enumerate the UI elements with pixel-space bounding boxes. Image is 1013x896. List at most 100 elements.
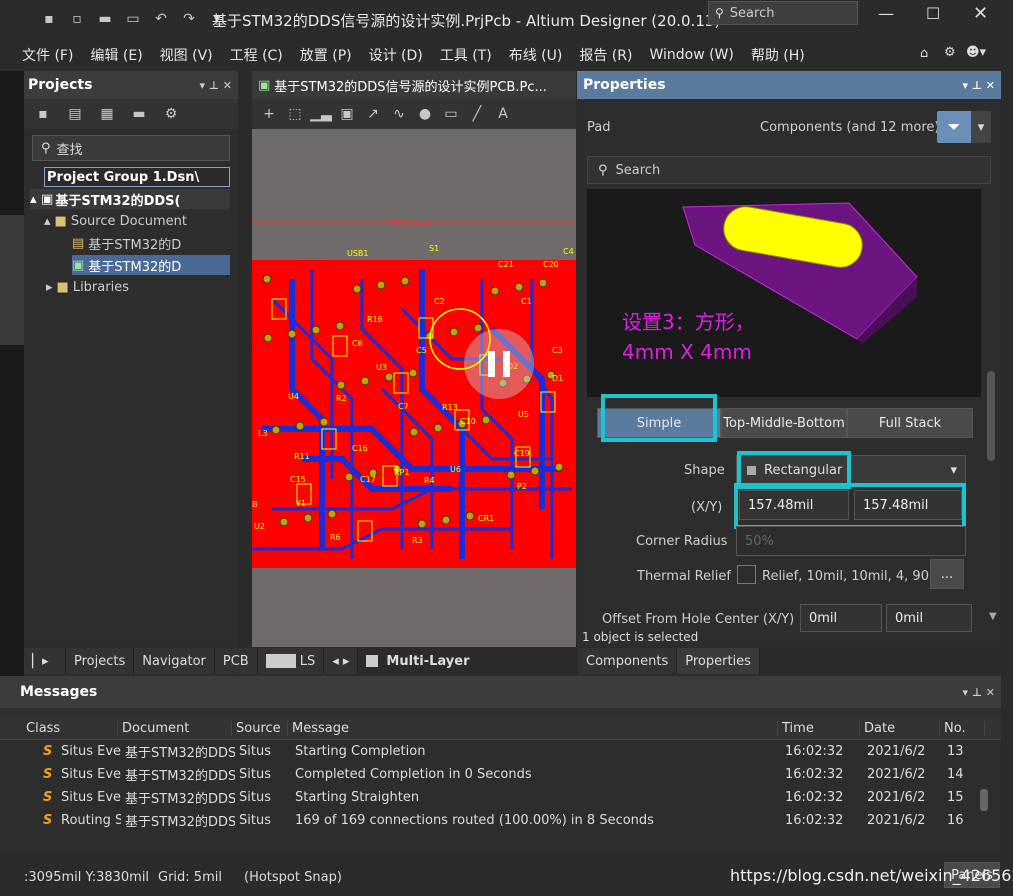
save-project-icon[interactable]: ▪ bbox=[32, 104, 54, 124]
menu-item-7[interactable]: 布线 (U) bbox=[509, 45, 563, 65]
message-row[interactable]: S Situs Even 基于STM32的DDS Situs Starting Comp… bbox=[0, 740, 1001, 763]
menu-item-8[interactable]: 报告 (R) bbox=[579, 45, 632, 65]
offset-y-input[interactable]: 0mil bbox=[886, 604, 972, 632]
message-cell-msg: Completed Completion in 0 Seconds bbox=[295, 767, 532, 782]
select-icon[interactable]: ⬚ bbox=[284, 104, 306, 124]
component-icon[interactable]: ▣ bbox=[336, 104, 358, 124]
route-icon[interactable]: ↗ bbox=[362, 104, 384, 124]
tab-properties[interactable]: Properties bbox=[677, 648, 760, 674]
menu-item-9[interactable]: Window (W) bbox=[649, 47, 733, 63]
message-row[interactable]: S Situs Even 基于STM32的DDS Situs Completed Com… bbox=[0, 763, 1001, 786]
layer-scroll[interactable]: ◂ ▸ bbox=[324, 648, 359, 674]
offset-x-input[interactable]: 0mil bbox=[800, 604, 882, 632]
source-docs-folder[interactable]: ▴ ■ Source Document bbox=[44, 211, 187, 231]
menu-item-4[interactable]: 放置 (P) bbox=[300, 45, 352, 65]
add-folder-icon[interactable]: ▬ bbox=[128, 104, 150, 124]
current-layer[interactable]: Multi-Layer bbox=[366, 654, 470, 669]
side-tabs[interactable] bbox=[0, 215, 24, 345]
menu-item-6[interactable]: 工具 (T) bbox=[440, 45, 492, 65]
column-header-5[interactable]: Date bbox=[860, 721, 940, 736]
close-icon[interactable]: ✕ bbox=[973, 3, 988, 24]
scroll-down-icon[interactable]: ▼ bbox=[989, 611, 997, 622]
menu-item-0[interactable]: 文件 (F) bbox=[22, 45, 73, 65]
pcb-doc-item[interactable]: ▣ 基于STM32的D bbox=[72, 255, 230, 275]
add-icon[interactable]: + bbox=[258, 104, 280, 124]
redo-icon[interactable]: ↷ bbox=[178, 9, 200, 29]
home-icon[interactable]: ⌂ bbox=[920, 46, 928, 61]
user-icon[interactable]: ☻▾ bbox=[966, 45, 986, 60]
menu-item-2[interactable]: 视图 (V) bbox=[160, 45, 213, 65]
column-header-6[interactable]: No. bbox=[940, 721, 985, 736]
component-label: P2 bbox=[517, 482, 527, 491]
search-box[interactable]: ⚲ Search bbox=[708, 1, 858, 25]
filter-dropdown-icon[interactable]: ▾ bbox=[971, 111, 991, 143]
messages-scrollbar[interactable] bbox=[980, 789, 988, 811]
column-header-0[interactable]: Class bbox=[22, 721, 118, 736]
via-icon[interactable]: ● bbox=[414, 104, 436, 124]
component-label: D1 bbox=[552, 374, 563, 383]
schematic-doc-item[interactable]: ▤ 基于STM32的D bbox=[72, 233, 181, 253]
open-project-icon[interactable]: ▭ bbox=[122, 9, 144, 29]
tab-navigator[interactable]: Navigator bbox=[134, 648, 215, 674]
message-row[interactable]: S Routing S 基于STM32的DDS Situs 169 of 169 con… bbox=[0, 809, 1001, 832]
properties-search-input[interactable]: ⚲ Search bbox=[587, 156, 991, 184]
panel-controls-icon[interactable]: ▾ ⊥ ✕ bbox=[963, 686, 995, 699]
minimize-icon[interactable]: — bbox=[878, 4, 894, 23]
via bbox=[490, 286, 500, 296]
pcb-editor[interactable]: ▣ 基于STM32的DDS信号源的设计实例PCB.Pc... + ⬚ ▁▃ ▣ ↗… bbox=[252, 71, 576, 647]
message-row[interactable]: S Situs Even 基于STM32的DDS Situs Starting Stra… bbox=[0, 786, 1001, 809]
message-cell-no: 13 bbox=[947, 744, 964, 759]
tab-pcb[interactable]: PCB bbox=[214, 648, 258, 674]
chart-icon[interactable]: ▁▃ bbox=[310, 104, 332, 124]
gear-icon[interactable]: ⚙ bbox=[944, 45, 956, 60]
tab-scroll-left[interactable]: ▏▸ bbox=[24, 648, 66, 674]
project-search-input[interactable]: ⚲ 查找 bbox=[32, 135, 230, 161]
component-label: R13 bbox=[442, 403, 458, 412]
tab-components[interactable]: Components bbox=[578, 648, 678, 674]
thermal-relief-checkbox[interactable] bbox=[737, 565, 756, 584]
compile-icon[interactable]: ▤ bbox=[64, 104, 86, 124]
editor-tab[interactable]: ▣ 基于STM32的DDS信号源的设计实例PCB.Pc... bbox=[252, 71, 576, 99]
component-label: U6 bbox=[450, 465, 461, 474]
panel-controls-icon[interactable]: ▾ ⊥ ✕ bbox=[963, 79, 995, 92]
text-icon[interactable]: A bbox=[492, 104, 514, 124]
offset-x-value: 0mil bbox=[809, 610, 838, 626]
column-header-1[interactable]: Document bbox=[118, 721, 232, 736]
project-item[interactable]: ▴ ▣ 基于STM32的DDS( bbox=[30, 189, 230, 209]
pcb-canvas[interactable]: 120 (mm) USB1S1C21C20C4C2C1R16C6C5U3D2C3… bbox=[252, 129, 576, 647]
filter-button[interactable]: ⏷ ▾ bbox=[937, 111, 991, 143]
component-label: L3 bbox=[258, 429, 268, 438]
column-header-4[interactable]: Time bbox=[778, 721, 860, 736]
column-header-3[interactable]: Message bbox=[288, 721, 778, 736]
tab-full-stack[interactable]: Full Stack bbox=[847, 408, 973, 438]
project-options-icon[interactable]: ▦ bbox=[96, 104, 118, 124]
save-all-icon[interactable]: ▫ bbox=[66, 9, 88, 29]
tab-projects[interactable]: Projects bbox=[66, 648, 135, 674]
properties-scrollbar[interactable] bbox=[987, 371, 995, 461]
libraries-folder[interactable]: ▸ ■ Libraries bbox=[46, 277, 129, 297]
panel-controls-icon[interactable]: ▾ ⊥ ✕ bbox=[200, 79, 232, 92]
settings-icon[interactable]: ⚙ bbox=[160, 104, 182, 124]
thermal-relief-more-button[interactable]: ... bbox=[930, 559, 964, 589]
fill-icon[interactable]: ▭ bbox=[440, 104, 462, 124]
line-icon[interactable]: ╱ bbox=[466, 104, 488, 124]
annotation-line-2: 4mm X 4mm bbox=[622, 340, 752, 364]
save-icon[interactable]: ▪ bbox=[38, 9, 60, 29]
tab-top-middle-bottom[interactable]: Top-Middle-Bottom bbox=[721, 408, 847, 438]
open-folder-icon[interactable]: ▬ bbox=[94, 9, 116, 29]
maximize-icon[interactable]: ☐ bbox=[926, 4, 940, 23]
filter-label[interactable]: Components (and 12 more) bbox=[760, 120, 939, 135]
component-label: RP1 bbox=[394, 468, 409, 477]
undo-icon[interactable]: ↶ bbox=[150, 9, 172, 29]
menu-item-5[interactable]: 设计 (D) bbox=[369, 45, 423, 65]
pad-3d-view: 设置3：方形， 4mm X 4mm bbox=[622, 202, 918, 364]
offset-label: Offset From Hole Center (X/Y) bbox=[602, 612, 795, 627]
menu-item-10[interactable]: 帮助 (H) bbox=[751, 45, 805, 65]
menu-item-1[interactable]: 编辑 (E) bbox=[90, 45, 142, 65]
diff-pair-icon[interactable]: ∿ bbox=[388, 104, 410, 124]
tab-ls[interactable]: LS bbox=[257, 648, 325, 674]
component-label: R6 bbox=[330, 533, 341, 542]
column-header-2[interactable]: Source bbox=[232, 721, 288, 736]
menu-item-3[interactable]: 工程 (C) bbox=[230, 45, 283, 65]
project-group-item[interactable]: Project Group 1.Dsn\ bbox=[44, 167, 230, 187]
